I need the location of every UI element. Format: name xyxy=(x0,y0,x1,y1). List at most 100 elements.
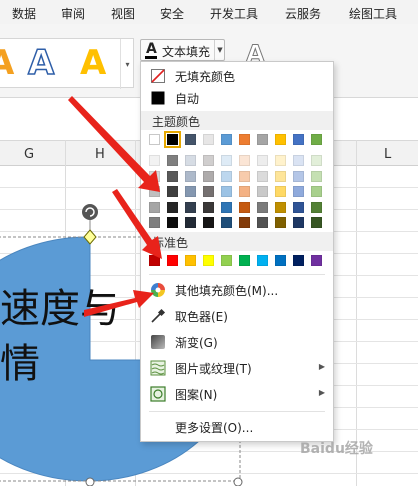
theme-shade-swatch[interactable] xyxy=(221,170,232,182)
theme-shade-swatch[interactable] xyxy=(293,186,304,197)
eyedropper-icon xyxy=(151,308,166,323)
auto-color-label: 自动 xyxy=(175,92,200,106)
theme-shade-swatch[interactable] xyxy=(149,155,160,166)
theme-color-swatch[interactable] xyxy=(275,134,286,145)
theme-shade-swatch[interactable] xyxy=(167,155,178,166)
theme-color-swatch[interactable] xyxy=(185,134,196,145)
standard-colors-header-label: 标准色 xyxy=(152,236,189,250)
standard-color-swatch[interactable] xyxy=(293,255,304,266)
more-settings-label: 更多设置(O)... xyxy=(175,421,254,435)
theme-shade-swatch[interactable] xyxy=(257,155,268,166)
standard-color-swatch[interactable] xyxy=(275,255,286,266)
theme-color-swatch[interactable] xyxy=(221,134,232,145)
theme-shade-swatch[interactable] xyxy=(293,170,304,182)
theme-shade-swatch[interactable] xyxy=(239,201,250,213)
standard-color-swatch[interactable] xyxy=(257,255,268,266)
no-fill-label: 无填充颜色 xyxy=(175,70,236,84)
theme-shade-swatch[interactable] xyxy=(239,217,250,228)
theme-shade-swatch[interactable] xyxy=(257,201,268,213)
resize-handle[interactable] xyxy=(85,477,95,486)
color-wheel-icon xyxy=(151,283,165,297)
theme-shade-swatch[interactable] xyxy=(275,170,286,182)
more-settings-item[interactable]: 更多设置(O)... xyxy=(141,415,333,439)
theme-shade-swatch[interactable] xyxy=(311,217,322,228)
theme-colors-header-label: 主题颜色 xyxy=(152,115,201,129)
theme-shade-swatch[interactable] xyxy=(275,217,286,228)
standard-color-swatch[interactable] xyxy=(185,255,196,266)
theme-shade-swatch[interactable] xyxy=(275,155,286,166)
theme-shade-swatch[interactable] xyxy=(185,186,196,197)
theme-shade-swatch[interactable] xyxy=(293,217,304,228)
theme-shade-swatch[interactable] xyxy=(239,186,250,197)
texture-icon xyxy=(150,360,166,376)
theme-shade-swatch[interactable] xyxy=(221,155,232,166)
theme-shade-swatch[interactable] xyxy=(311,186,322,197)
shape-text-line-2: 情 xyxy=(0,341,40,387)
standard-color-swatch[interactable] xyxy=(221,255,232,266)
theme-shade-swatch[interactable] xyxy=(185,170,196,182)
rotate-handle[interactable] xyxy=(82,204,98,220)
theme-color-swatch[interactable] xyxy=(257,134,268,145)
theme-shade-swatch[interactable] xyxy=(167,201,178,213)
theme-shade-swatch[interactable] xyxy=(311,170,322,182)
theme-color-swatch[interactable] xyxy=(149,134,160,145)
standard-color-swatch[interactable] xyxy=(167,255,178,266)
theme-color-swatch[interactable] xyxy=(239,134,250,145)
gradient-icon xyxy=(151,335,165,349)
no-fill-item[interactable]: 无填充颜色 xyxy=(141,64,333,88)
theme-color-swatch[interactable] xyxy=(311,134,322,145)
shape-text-line-1: 速度与 xyxy=(0,286,120,332)
pattern-item[interactable]: 图案(N) ▶ xyxy=(141,382,333,406)
standard-color-swatch[interactable] xyxy=(149,255,160,266)
eyedropper-label: 取色器(E) xyxy=(175,310,228,324)
theme-shade-swatch[interactable] xyxy=(149,201,160,213)
theme-shade-swatch[interactable] xyxy=(149,170,160,182)
theme-shade-swatch[interactable] xyxy=(221,217,232,228)
theme-shade-swatch[interactable] xyxy=(275,186,286,197)
theme-shade-swatch[interactable] xyxy=(185,201,196,213)
picture-texture-item[interactable]: 图片或纹理(T) ▶ xyxy=(141,356,333,380)
theme-shade-swatch[interactable] xyxy=(311,155,322,166)
menu-divider xyxy=(149,274,325,275)
theme-shade-swatch[interactable] xyxy=(257,170,268,182)
theme-shade-swatch[interactable] xyxy=(221,201,232,213)
standard-color-swatch[interactable] xyxy=(239,255,250,266)
theme-color-swatch[interactable] xyxy=(293,134,304,145)
theme-shade-swatch[interactable] xyxy=(185,155,196,166)
auto-color-item[interactable]: 自动 xyxy=(141,86,333,110)
theme-shade-swatch[interactable] xyxy=(239,170,250,182)
standard-colors-header: 标准色 xyxy=(141,232,333,251)
theme-shade-swatch[interactable] xyxy=(167,170,178,182)
theme-shade-swatch[interactable] xyxy=(221,186,232,197)
theme-shade-swatch[interactable] xyxy=(203,201,214,213)
standard-color-swatch[interactable] xyxy=(203,255,214,266)
theme-color-swatch[interactable] xyxy=(203,134,214,145)
fill-color-menu: 无填充颜色 自动 主题颜色 标准色 其他填充颜色(M)... 取色器(E) 渐变… xyxy=(140,61,334,442)
resize-handle[interactable] xyxy=(233,477,243,486)
theme-shade-swatch[interactable] xyxy=(203,186,214,197)
theme-shade-swatch[interactable] xyxy=(185,217,196,228)
theme-shade-swatch[interactable] xyxy=(203,217,214,228)
theme-shade-swatch[interactable] xyxy=(293,201,304,213)
theme-shade-swatch[interactable] xyxy=(239,155,250,166)
picture-texture-label: 图片或纹理(T) xyxy=(175,362,252,376)
more-fill-colors-item[interactable]: 其他填充颜色(M)... xyxy=(141,278,333,302)
theme-shade-swatch[interactable] xyxy=(203,155,214,166)
theme-shade-swatch[interactable] xyxy=(275,201,286,213)
watermark: Baidu经验 xyxy=(300,441,373,457)
theme-shade-swatch[interactable] xyxy=(257,217,268,228)
submenu-arrow-icon: ▶ xyxy=(318,388,325,397)
theme-shade-swatch[interactable] xyxy=(167,217,178,228)
theme-shade-swatch[interactable] xyxy=(149,217,160,228)
theme-color-swatch[interactable] xyxy=(164,131,181,148)
auto-color-swatch xyxy=(151,91,165,105)
theme-shade-swatch[interactable] xyxy=(311,201,322,213)
theme-shade-swatch[interactable] xyxy=(257,186,268,197)
theme-shade-swatch[interactable] xyxy=(149,186,160,197)
theme-shade-swatch[interactable] xyxy=(293,155,304,166)
theme-shade-swatch[interactable] xyxy=(167,186,178,197)
theme-shade-swatch[interactable] xyxy=(203,170,214,182)
gradient-item[interactable]: 渐变(G) xyxy=(141,330,333,354)
standard-color-swatch[interactable] xyxy=(311,255,322,266)
eyedropper-item[interactable]: 取色器(E) xyxy=(141,304,333,328)
